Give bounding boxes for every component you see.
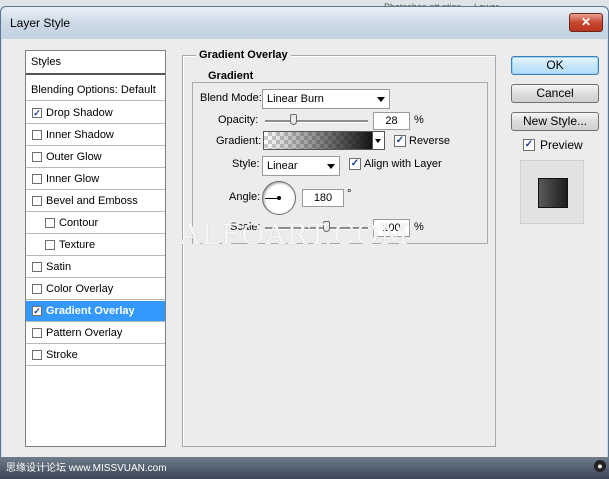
style-checkbox[interactable]: ✓ xyxy=(32,306,42,316)
style-select[interactable]: Linear xyxy=(262,156,340,176)
gradient-swatch[interactable] xyxy=(263,131,373,150)
chevron-down-icon xyxy=(375,139,381,143)
cancel-button[interactable]: Cancel xyxy=(511,84,599,103)
preview-thumbnail xyxy=(520,160,584,224)
style-item-label: Bevel and Emboss xyxy=(46,195,138,207)
style-item-bevel-and-emboss[interactable]: Bevel and Emboss xyxy=(26,191,165,212)
style-checkbox[interactable] xyxy=(32,130,42,140)
style-checkbox[interactable] xyxy=(45,218,55,228)
close-icon: ✕ xyxy=(580,15,592,29)
angle-center-dot xyxy=(277,196,281,200)
style-item-drop-shadow[interactable]: ✓ Drop Shadow xyxy=(26,103,165,124)
chevron-down-icon xyxy=(327,164,335,169)
style-item-outer-glow[interactable]: Outer Glow xyxy=(26,147,165,168)
title-bar[interactable]: Layer Style ✕ xyxy=(1,7,608,39)
close-button[interactable]: ✕ xyxy=(569,13,603,32)
style-checkbox[interactable] xyxy=(32,262,42,272)
opacity-input[interactable]: 28 xyxy=(373,112,410,130)
chevron-down-icon xyxy=(377,97,385,102)
gradient-label: Gradient: xyxy=(216,135,262,147)
styles-header-label: Styles xyxy=(31,56,61,68)
gradient-group-title: Gradient xyxy=(205,70,257,82)
reverse-checkbox[interactable]: ✓ xyxy=(394,135,406,147)
blend-mode-select[interactable]: Linear Burn xyxy=(262,89,390,109)
style-item-pattern-overlay[interactable]: Pattern Overlay xyxy=(26,323,165,344)
watermark: ALFOART.COM xyxy=(180,218,410,251)
style-item-label: Drop Shadow xyxy=(46,107,113,119)
align-with-layer-checkbox[interactable]: ✓ xyxy=(349,158,361,170)
style-checkbox[interactable] xyxy=(32,152,42,162)
style-checkbox[interactable] xyxy=(32,284,42,294)
style-item-color-overlay[interactable]: Color Overlay xyxy=(26,279,165,300)
style-item-label: Contour xyxy=(59,217,99,229)
checkmark-icon: ✓ xyxy=(350,158,360,169)
style-item-label: Inner Glow xyxy=(46,173,100,185)
preview-swatch xyxy=(538,178,568,208)
preview-label: Preview xyxy=(540,138,583,152)
opacity-label: Opacity: xyxy=(218,114,259,126)
style-label: Style: xyxy=(232,158,260,170)
opacity-unit: % xyxy=(414,114,424,126)
opacity-slider-thumb[interactable] xyxy=(290,114,298,125)
ok-button[interactable]: OK xyxy=(511,56,599,75)
style-item-label: Gradient Overlay xyxy=(46,305,135,317)
style-item-inner-glow[interactable]: Inner Glow xyxy=(26,169,165,190)
style-checkbox[interactable]: ✓ xyxy=(32,108,42,118)
style-item-inner-shadow[interactable]: Inner Shadow xyxy=(26,125,165,146)
gradient-dropdown[interactable] xyxy=(373,131,385,150)
blend-mode-label: Blend Mode: xyxy=(200,92,262,104)
scale-unit: % xyxy=(414,221,424,233)
footer-text: 思缘设计论坛 www.MISSVUAN.com xyxy=(6,463,167,474)
style-item-gradient-overlay[interactable]: ✓ Gradient Overlay xyxy=(26,301,165,322)
style-checkbox[interactable] xyxy=(32,196,42,206)
style-checkbox[interactable] xyxy=(32,328,42,338)
blending-options-label: Blending Options: Default xyxy=(31,84,156,96)
style-item-satin[interactable]: Satin xyxy=(26,257,165,278)
style-value: Linear xyxy=(267,160,298,172)
style-checkbox[interactable] xyxy=(32,174,42,184)
checkmark-icon: ✓ xyxy=(395,135,405,146)
style-item-label: Satin xyxy=(46,261,72,273)
angle-input[interactable]: 180 xyxy=(302,189,344,207)
style-checkbox[interactable] xyxy=(32,350,42,360)
new-style-button[interactable]: New Style... xyxy=(511,112,599,131)
blending-options-item[interactable]: Blending Options: Default xyxy=(26,80,165,101)
reverse-label: Reverse xyxy=(409,135,450,147)
preview-checkbox[interactable]: ✓ xyxy=(523,139,535,151)
style-item-label: Texture xyxy=(59,239,96,251)
dialog-title: Layer Style xyxy=(10,16,71,30)
style-item-label: Pattern Overlay xyxy=(46,327,123,339)
style-checkbox[interactable] xyxy=(45,240,55,250)
style-item-label: Stroke xyxy=(46,349,78,361)
footer-logo-icon: ● xyxy=(594,460,606,472)
style-item-label: Color Overlay xyxy=(46,283,114,295)
angle-unit: ° xyxy=(347,188,352,200)
styles-header[interactable]: Styles xyxy=(26,51,165,75)
angle-dial[interactable] xyxy=(262,181,296,215)
style-item-label: Inner Shadow xyxy=(46,129,114,141)
style-item-stroke[interactable]: Stroke xyxy=(26,345,165,366)
align-with-layer-label: Align with Layer xyxy=(364,158,442,170)
style-item-label: Outer Glow xyxy=(46,151,102,163)
style-item-contour[interactable]: Contour xyxy=(26,213,165,234)
gradient-overlay-title: Gradient Overlay xyxy=(196,49,291,61)
blend-mode-value: Linear Burn xyxy=(267,93,324,105)
opacity-slider-track[interactable] xyxy=(265,120,368,123)
checkmark-icon: ✓ xyxy=(524,139,534,150)
angle-label: Angle: xyxy=(229,191,261,203)
style-item-texture[interactable]: Texture xyxy=(26,235,165,256)
